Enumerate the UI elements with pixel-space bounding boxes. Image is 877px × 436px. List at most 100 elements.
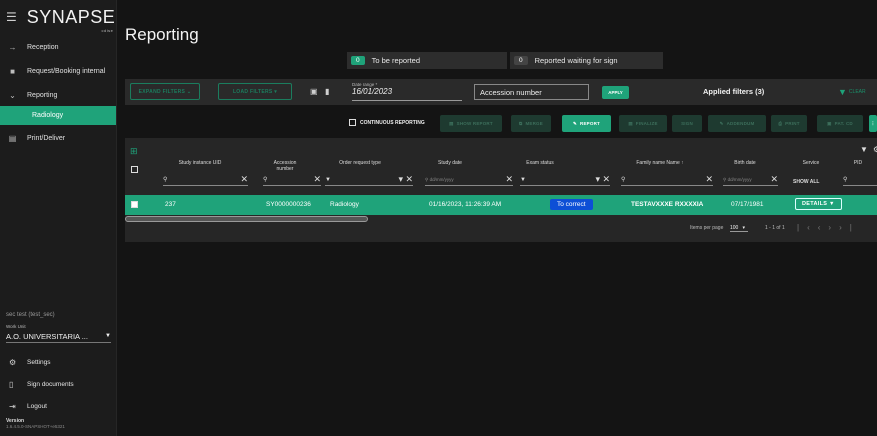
print-button[interactable]: ⎙ PRINT bbox=[771, 115, 807, 132]
search-icon: ⚲ bbox=[263, 177, 268, 183]
sidebar-item-label: Reporting bbox=[27, 91, 58, 99]
items-per-page-value: 100 bbox=[730, 225, 739, 231]
accession-number-input[interactable]: Accession number bbox=[474, 84, 589, 100]
filter-pid[interactable]: ⚲ bbox=[843, 174, 877, 186]
menu-icon[interactable]: ☰ bbox=[6, 10, 17, 24]
settings-link[interactable]: ⚙ Settings bbox=[0, 351, 117, 373]
close-icon[interactable]: ▾ ✕ bbox=[595, 174, 610, 185]
brand-bar: ☰ SYNAPSE cdise bbox=[0, 0, 116, 34]
counter-waiting-sign[interactable]: 0 Reported waiting for sign bbox=[510, 52, 663, 69]
close-icon[interactable]: ✕ bbox=[313, 174, 321, 185]
filter-birth-date[interactable]: ⚲ dd/mm/yyyy ✕ bbox=[723, 174, 778, 186]
checkbox[interactable] bbox=[349, 119, 356, 126]
date-range-value: 16/01/2023 bbox=[352, 87, 393, 96]
date-range-field[interactable]: Date range * 16/01/2023 bbox=[352, 82, 462, 101]
column-header-study-date[interactable]: Study date bbox=[430, 160, 470, 166]
save-icon[interactable]: ▣ bbox=[310, 87, 318, 96]
table-row[interactable]: 237 SY0000000236 Radiology 01/16/2023, 1… bbox=[125, 195, 877, 215]
clear-label: CLEAR bbox=[848, 89, 866, 95]
filter-bar: EXPAND FILTERS ⌄ LOAD FILTERS ▾ ▣ ▮ Date… bbox=[125, 79, 877, 105]
logout-link[interactable]: ⇥ Logout bbox=[0, 395, 117, 417]
delete-icon[interactable]: ▮ bbox=[325, 87, 329, 96]
cell-order-type: Radiology bbox=[330, 201, 359, 208]
merge-label: MERGE bbox=[525, 121, 543, 126]
pagination-controls[interactable]: |‹‹››| bbox=[797, 223, 860, 232]
addendum-button[interactable]: ✎ ADDENDUM bbox=[708, 115, 766, 132]
merge-icon: ⧉ bbox=[519, 121, 523, 126]
cell-birth-date: 07/17/1981 bbox=[731, 201, 764, 208]
column-header-pid[interactable]: PID bbox=[845, 160, 871, 166]
filter-exam-status[interactable]: ▼ ▾ ✕ bbox=[520, 174, 610, 186]
row-checkbox[interactable] bbox=[131, 201, 138, 208]
pat-cd-button[interactable]: ▣ PAT. CD bbox=[817, 115, 863, 132]
column-header-name[interactable]: Family name Name ↑ bbox=[625, 160, 695, 166]
expand-filters-button[interactable]: EXPAND FILTERS ⌄ bbox=[130, 83, 200, 100]
filter-accession[interactable]: ⚲ ✕ bbox=[263, 174, 321, 186]
first-page-icon[interactable]: |‹ bbox=[797, 223, 818, 232]
status-badge: To correct bbox=[550, 199, 593, 210]
sidebar-item-radiology[interactable]: Radiology bbox=[0, 106, 116, 125]
horizontal-scrollbar[interactable] bbox=[125, 216, 368, 222]
close-icon[interactable]: ✕ bbox=[240, 174, 248, 185]
sidebar: ☰ SYNAPSE cdise → Reception ■ Request/Bo… bbox=[0, 0, 117, 436]
brand-name: SYNAPSE bbox=[26, 6, 116, 27]
sidebar-item-reception[interactable]: → Reception bbox=[0, 36, 116, 58]
report-button[interactable]: ✎ REPORT bbox=[562, 115, 611, 132]
filter-study-uid[interactable]: ⚲ ✕ bbox=[163, 174, 248, 186]
main-content: Reporting 0 To be reported 0 Reported wa… bbox=[117, 0, 877, 436]
column-header-service[interactable]: Service bbox=[791, 160, 831, 166]
printer-icon: ⎙ bbox=[778, 121, 783, 126]
select-all-checkbox[interactable] bbox=[131, 166, 138, 173]
show-report-button[interactable]: ▤ SHOW REPORT bbox=[440, 115, 502, 132]
merge-button[interactable]: ⧉ MERGE bbox=[511, 115, 551, 132]
tree-icon[interactable]: ⊞ bbox=[130, 146, 138, 157]
filter-off-icon[interactable]: ▼ bbox=[860, 145, 868, 154]
sign-label: SIGN bbox=[681, 121, 693, 126]
more-menu-button[interactable]: ⋮ bbox=[869, 115, 877, 132]
sign-button[interactable]: SIGN bbox=[672, 115, 702, 132]
counter-value: 0 bbox=[351, 56, 365, 65]
work-unit-value: A.O. UNIVERSITARIA ... bbox=[6, 331, 88, 341]
close-icon[interactable]: ✕ bbox=[705, 174, 713, 185]
last-page-icon[interactable]: ›| bbox=[839, 223, 860, 232]
show-report-label: SHOW REPORT bbox=[456, 121, 493, 126]
chevron-down-icon: ⌄ bbox=[9, 90, 16, 100]
work-unit-label: Work Unit bbox=[6, 324, 26, 329]
column-header-birth-date[interactable]: Birth date bbox=[725, 160, 765, 166]
sidebar-item-reporting[interactable]: ⌄ Reporting bbox=[0, 84, 116, 106]
load-filters-label: LOAD FILTERS bbox=[232, 88, 273, 95]
date-placeholder: dd/mm/yyyy bbox=[429, 176, 454, 182]
more-vertical-icon: ⋮ bbox=[870, 120, 876, 126]
sign-documents-link[interactable]: ▯ Sign documents bbox=[0, 373, 117, 395]
logout-label: Logout bbox=[27, 402, 47, 410]
counter-to-be-reported[interactable]: 0 To be reported bbox=[347, 52, 507, 69]
clear-filters-button[interactable]: ▼ CLEAR bbox=[838, 87, 866, 97]
sidebar-item-request-booking[interactable]: ■ Request/Booking internal bbox=[0, 60, 116, 82]
next-page-icon[interactable]: › bbox=[828, 223, 839, 232]
finalize-button[interactable]: ▤ FINALIZE bbox=[619, 115, 667, 132]
prev-page-icon[interactable]: ‹ bbox=[818, 223, 829, 232]
settings-icon[interactable]: ⚙ bbox=[873, 145, 877, 154]
close-icon[interactable]: ✕ bbox=[770, 174, 778, 185]
synapse-logo: SYNAPSE cdise bbox=[26, 6, 116, 33]
finalize-icon: ▤ bbox=[628, 120, 633, 126]
sidebar-item-print-deliver[interactable]: ▤ Print/Deliver bbox=[0, 127, 116, 149]
filter-order-type[interactable]: ▼ ▾ ✕ bbox=[325, 174, 413, 186]
apply-button[interactable]: APPLY bbox=[602, 86, 629, 99]
close-icon[interactable]: ▾ ✕ bbox=[398, 174, 413, 185]
column-header-order-type[interactable]: Order request type bbox=[325, 160, 395, 166]
search-icon: ⚲ bbox=[843, 177, 848, 183]
load-filters-button[interactable]: LOAD FILTERS ▾ bbox=[218, 83, 292, 100]
close-icon[interactable]: ✕ bbox=[505, 174, 513, 185]
column-header-study-uid[interactable]: Study instance UID bbox=[165, 160, 235, 166]
filter-study-date[interactable]: ⚲ dd/mm/yyyy ✕ bbox=[425, 174, 513, 186]
pat-cd-label: PAT. CD bbox=[834, 121, 853, 126]
filter-name[interactable]: ⚲ ✕ bbox=[621, 174, 713, 186]
items-per-page-select[interactable]: 100 ▾ bbox=[730, 225, 749, 232]
continuous-reporting-toggle[interactable]: CONTINUOUS REPORTING bbox=[349, 119, 425, 126]
work-unit-select[interactable]: A.O. UNIVERSITARIA ... ▼ bbox=[6, 330, 111, 343]
details-button[interactable]: DETAILS ▼ bbox=[795, 198, 842, 210]
column-header-accession[interactable]: Accession number bbox=[265, 160, 305, 172]
column-header-exam-status[interactable]: Exam status bbox=[520, 160, 560, 166]
show-all-button[interactable]: SHOW ALL bbox=[793, 179, 819, 185]
